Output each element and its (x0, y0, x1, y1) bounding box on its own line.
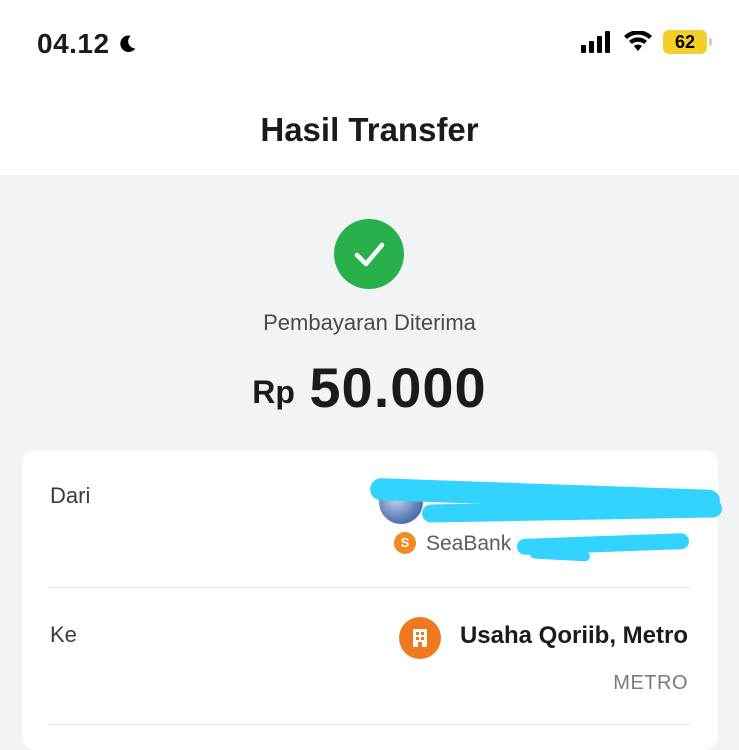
building-icon (399, 617, 441, 659)
battery-icon: 62 (663, 30, 712, 54)
merchant-city: METRO (613, 672, 688, 694)
battery-level: 62 (674, 32, 696, 52)
merchant-name: Usaha Qoriib, Metro (459, 622, 688, 649)
status-indicators: 62 (581, 30, 712, 54)
redaction-mark (529, 548, 591, 562)
divider (50, 724, 690, 725)
moon-icon (119, 35, 135, 52)
page-title: Hasil Transfer (260, 110, 479, 148)
page-header: Hasil Transfer (0, 90, 739, 175)
status-bar: 04.12 62 (0, 0, 739, 90)
amount-value: 50.000 (309, 356, 487, 419)
seabank-logo-icon: S (394, 532, 416, 554)
redaction-mark (421, 499, 723, 523)
payment-status: Pembayaran Diterima (263, 310, 476, 335)
transfer-details-card: Dari S SeaBank Ke Usaha Qoriib, Metro ME… (22, 450, 723, 750)
sender-bank: SeaBank (426, 532, 512, 555)
from-label: Dari (50, 483, 91, 508)
wifi-icon (624, 31, 652, 51)
payment-amount: Rp 50.000 (0, 355, 739, 420)
signal-icon (581, 31, 610, 53)
to-label: Ke (50, 622, 77, 647)
status-time: 04.12 (37, 28, 138, 60)
time-label: 04.12 (37, 28, 110, 59)
amount-currency: Rp (252, 374, 295, 410)
divider (50, 587, 690, 588)
success-check-icon (334, 219, 404, 289)
